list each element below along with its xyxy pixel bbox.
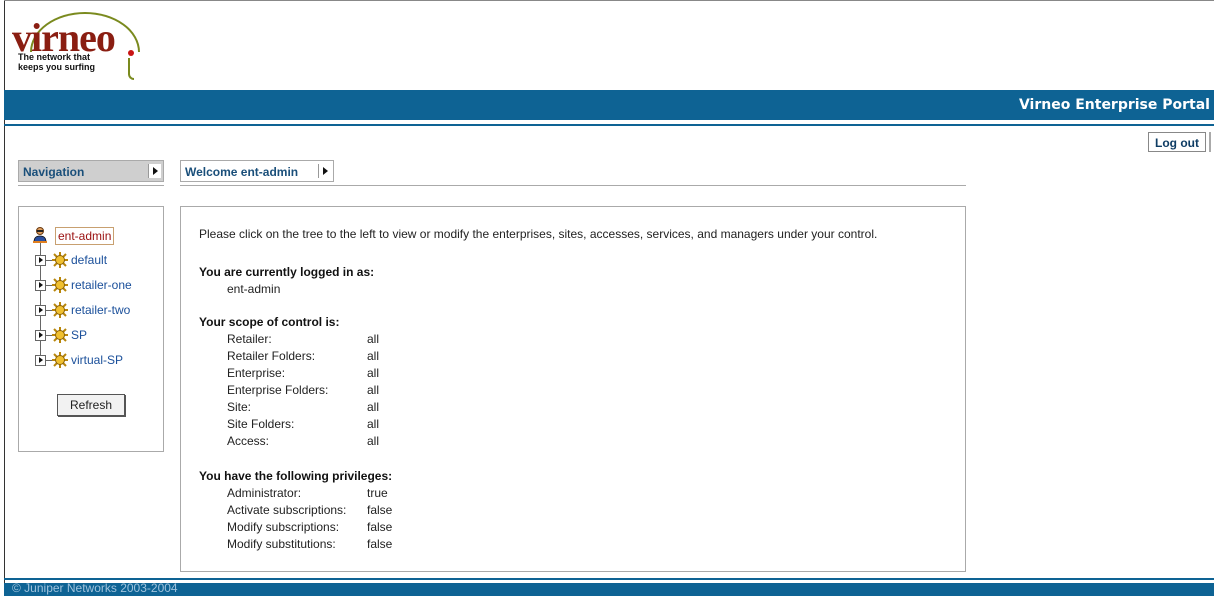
scope-value: all bbox=[367, 417, 380, 431]
tree-root-label[interactable]: ent-admin bbox=[55, 227, 115, 245]
scope-value: all bbox=[367, 332, 380, 346]
expand-arrow-icon[interactable] bbox=[35, 255, 46, 266]
scope-key: Access: bbox=[227, 434, 270, 448]
scope-value: all bbox=[367, 349, 380, 363]
expand-arrow-icon[interactable] bbox=[35, 355, 46, 366]
navigation-panel: ent-admin default retailer-one retailer-… bbox=[18, 206, 164, 452]
scope-key: Retailer Folders: bbox=[227, 349, 316, 363]
privilege-value: false bbox=[367, 537, 393, 551]
scope-value: all bbox=[367, 366, 380, 380]
intro-text: Please click on the tree to the left to … bbox=[199, 227, 878, 241]
logo-tagline: The network that keeps you surfing bbox=[18, 52, 96, 72]
scope-key: Enterprise Folders: bbox=[227, 383, 329, 397]
navigation-header-underline bbox=[18, 185, 164, 186]
logout-button[interactable]: Log out bbox=[1148, 132, 1206, 152]
gear-icon bbox=[52, 327, 68, 343]
footer-band: © Juniper Networks 2003-2004 bbox=[4, 581, 1214, 596]
gear-icon bbox=[52, 277, 68, 293]
scope-value: all bbox=[367, 434, 380, 448]
scope-title: Your scope of control is: bbox=[199, 315, 340, 329]
expand-arrow-icon[interactable] bbox=[35, 330, 46, 341]
scope-row: Access: all bbox=[227, 434, 379, 448]
scope-key: Site Folders: bbox=[227, 417, 295, 431]
scope-row: Enterprise: all bbox=[227, 366, 379, 380]
header-divider bbox=[4, 124, 1214, 126]
logged-in-value: ent-admin bbox=[227, 282, 281, 296]
scope-row: Retailer Folders: all bbox=[227, 349, 379, 363]
privilege-key: Modify substitutions: bbox=[227, 537, 336, 551]
expand-arrow-icon[interactable] bbox=[35, 280, 46, 291]
scope-row: Enterprise Folders: all bbox=[227, 383, 379, 397]
privilege-key: Activate subscriptions: bbox=[227, 503, 347, 517]
gear-icon bbox=[52, 352, 68, 368]
logo-dot bbox=[128, 50, 134, 56]
logged-in-title: You are currently logged in as: bbox=[199, 265, 375, 279]
scope-value: all bbox=[367, 383, 380, 397]
privilege-row: Activate subscriptions: false bbox=[227, 503, 392, 517]
privilege-row: Modify subscriptions: false bbox=[227, 520, 392, 534]
tree-node-label[interactable]: retailer-one bbox=[71, 277, 132, 293]
logout-button-shadow bbox=[1209, 132, 1211, 152]
gear-icon bbox=[52, 302, 68, 318]
logo-stem bbox=[128, 58, 134, 80]
expand-arrow-icon[interactable] bbox=[35, 305, 46, 316]
navigation-title: Navigation bbox=[23, 165, 85, 179]
privilege-row: Administrator: true bbox=[227, 486, 388, 500]
tree-node-label[interactable]: SP bbox=[71, 327, 87, 343]
copyright-text: © Juniper Networks 2003-2004 bbox=[12, 581, 178, 595]
scope-row: Site: all bbox=[227, 400, 379, 414]
refresh-button[interactable]: Refresh bbox=[57, 394, 125, 416]
privileges-title: You have the following privileges: bbox=[199, 469, 393, 483]
welcome-panel: Please click on the tree to the left to … bbox=[180, 206, 966, 572]
privilege-value: false bbox=[367, 520, 393, 534]
scope-key: Retailer: bbox=[227, 332, 272, 346]
scope-key: Enterprise: bbox=[227, 366, 286, 380]
frame-top-border bbox=[4, 0, 1214, 1]
welcome-header-underline bbox=[180, 185, 966, 186]
privilege-key: Administrator: bbox=[227, 486, 302, 500]
welcome-arrow-icon[interactable] bbox=[318, 164, 331, 178]
privilege-row: Modify substitutions: false bbox=[227, 537, 392, 551]
scope-row: Site Folders: all bbox=[227, 417, 379, 431]
navigation-header: Navigation bbox=[18, 160, 164, 182]
virneo-logo: virneo The network that keeps you surfin… bbox=[10, 8, 160, 88]
navigation-arrow-icon[interactable] bbox=[148, 164, 161, 178]
scope-row: Retailer: all bbox=[227, 332, 379, 346]
privilege-value: true bbox=[367, 486, 388, 500]
header-band: Virneo Enterprise Portal bbox=[4, 90, 1214, 120]
tree-node-label[interactable]: default bbox=[71, 252, 107, 268]
welcome-title: Welcome ent-admin bbox=[185, 165, 299, 179]
tree-node-label[interactable]: virtual-SP bbox=[71, 352, 123, 368]
gear-icon bbox=[52, 252, 68, 268]
tree-node-label[interactable]: retailer-two bbox=[71, 302, 130, 318]
welcome-header: Welcome ent-admin bbox=[180, 160, 334, 182]
scope-value: all bbox=[367, 400, 380, 414]
scope-key: Site: bbox=[227, 400, 252, 414]
footer-divider bbox=[4, 578, 1214, 580]
privilege-value: false bbox=[367, 503, 393, 517]
privilege-key: Modify subscriptions: bbox=[227, 520, 340, 534]
portal-title: Virneo Enterprise Portal bbox=[1018, 97, 1210, 113]
user-icon bbox=[33, 227, 47, 243]
